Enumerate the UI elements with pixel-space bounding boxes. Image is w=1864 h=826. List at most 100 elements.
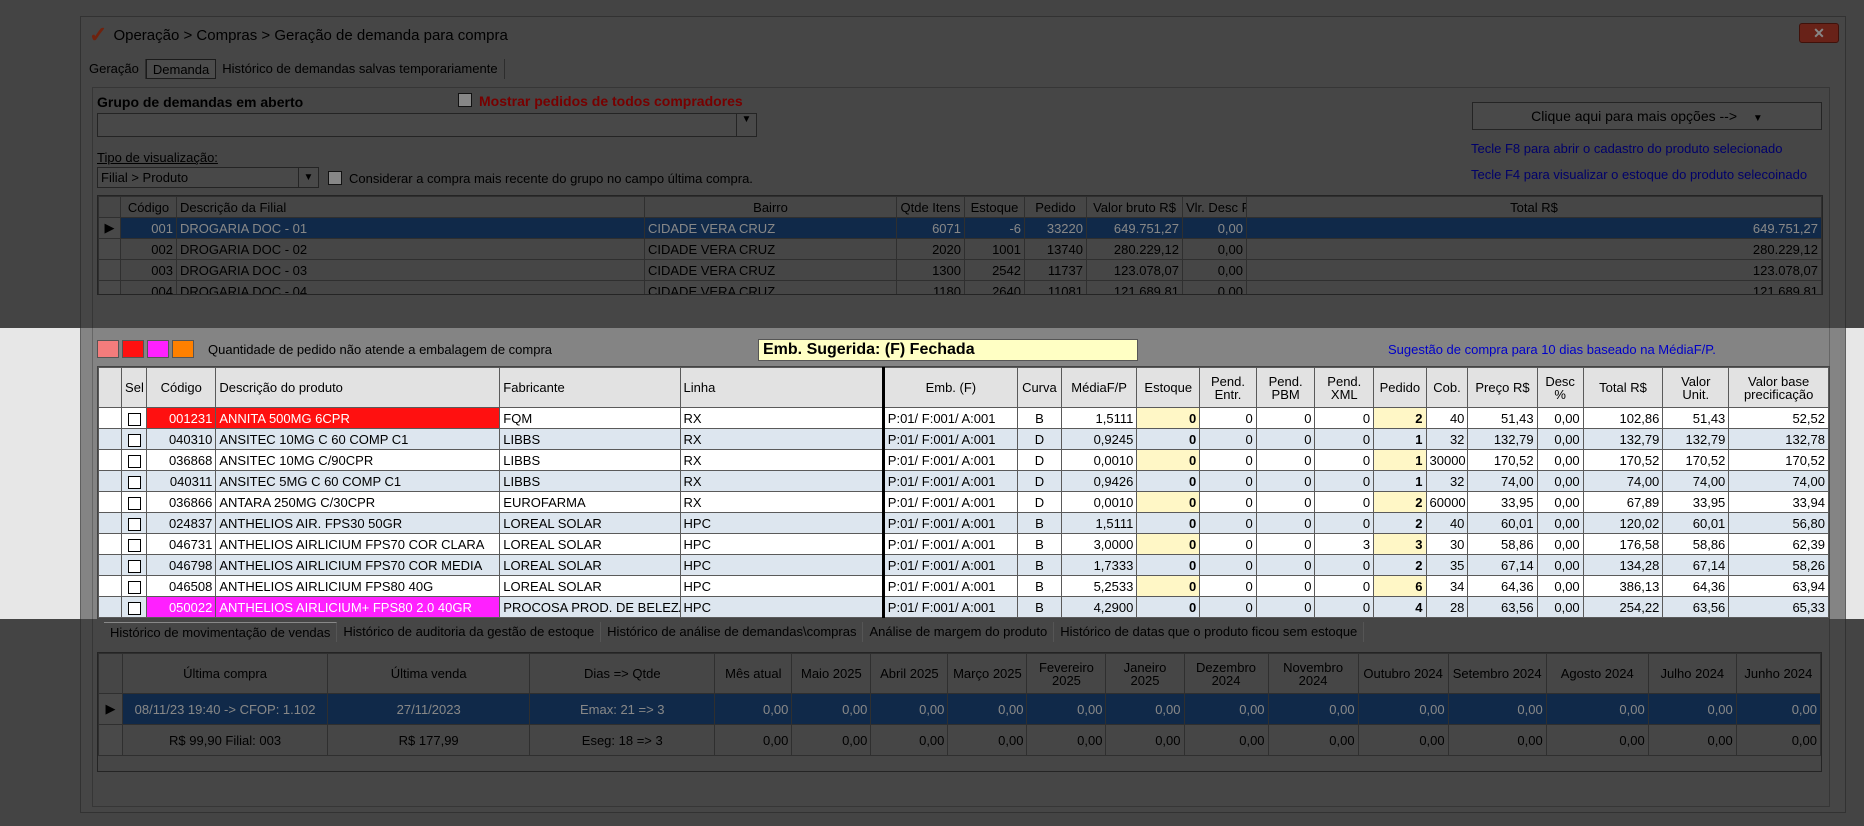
product-col-header[interactable]: Código bbox=[146, 367, 217, 408]
history-col-header[interactable]: Outubro 2024 bbox=[1357, 653, 1449, 694]
branch-col-header[interactable]: Código bbox=[120, 196, 177, 218]
product-col-header[interactable]: Total R$ bbox=[1582, 367, 1664, 408]
history-col-header[interactable]: Novembro 2024 bbox=[1267, 653, 1359, 694]
history-col-header[interactable]: Fevereiro 2025 bbox=[1026, 653, 1107, 694]
select-checkbox[interactable] bbox=[127, 538, 141, 552]
table-row[interactable]: ▶ 08/11/23 19:40 -> CFOP: 1.102 27/11/2023… bbox=[98, 693, 1821, 725]
history-col-header[interactable]: Março 2025 bbox=[947, 653, 1028, 694]
tab-historico-vendas[interactable]: Histórico de movimentação de vendas bbox=[104, 622, 338, 642]
branch-col-header[interactable]: Descrição da Filial bbox=[176, 196, 645, 218]
select-cell[interactable] bbox=[121, 428, 148, 450]
table-row[interactable]: 036866 ANTARA 250MG C/30CPR EUROFARMA RX P:0… bbox=[98, 491, 1829, 513]
history-cell: 0,00 bbox=[1183, 693, 1269, 725]
table-row[interactable]: 050022 ANTHELIOS AIRLICIUM+ FPS80 2.0 40G… bbox=[98, 596, 1829, 618]
history-col-header[interactable]: Agosto 2024 bbox=[1545, 653, 1649, 694]
select-cell[interactable] bbox=[121, 470, 148, 492]
history-col-header[interactable]: Julho 2024 bbox=[1647, 653, 1737, 694]
table-row[interactable]: 046798 ANTHELIOS AIRLICIUM FPS70 COR MEDI… bbox=[98, 554, 1829, 576]
branch-col-header[interactable]: Pedido bbox=[1024, 196, 1087, 218]
table-row[interactable]: ▶ 001 DROGARIA DOC - 01 CIDADE VERA CRUZ 607… bbox=[98, 217, 1822, 239]
branch-col-header[interactable]: Estoque bbox=[964, 196, 1025, 218]
select-cell[interactable] bbox=[121, 449, 148, 471]
branch-col-header[interactable]: Valor bruto R$ bbox=[1086, 196, 1183, 218]
table-row[interactable]: 046508 ANTHELIOS AIRLICIUM FPS80 40G LOREA… bbox=[98, 575, 1829, 597]
tab-demanda[interactable]: Demanda bbox=[145, 59, 217, 79]
branch-cell: 33220 bbox=[1024, 217, 1087, 239]
history-col-header[interactable]: Dias => Qtde bbox=[529, 653, 716, 694]
tab-datas-sem-estoque[interactable]: Histórico de datas que o produto ficou s… bbox=[1054, 622, 1365, 642]
history-col-header[interactable]: Última venda bbox=[327, 653, 531, 694]
product-col-header[interactable]: Pedido bbox=[1373, 367, 1427, 408]
select-cell[interactable] bbox=[121, 512, 148, 534]
history-col-header[interactable]: Junho 2024 bbox=[1735, 653, 1821, 694]
product-col-header[interactable]: Sel bbox=[121, 367, 148, 408]
select-cell[interactable] bbox=[121, 407, 148, 429]
history-col-header[interactable]: Dezembro 2024 bbox=[1183, 653, 1269, 694]
product-col-header[interactable]: Emb. (F) bbox=[882, 367, 1018, 408]
tab-geracao[interactable]: Geração bbox=[83, 59, 146, 79]
select-checkbox[interactable] bbox=[127, 412, 141, 426]
table-row[interactable]: 036868 ANSITEC 10MG C/90CPR LIBBS RX P:01/ F… bbox=[98, 449, 1829, 471]
product-col-header[interactable]: MédiaF/P bbox=[1060, 367, 1138, 408]
history-col-header[interactable]: Abril 2025 bbox=[870, 653, 949, 694]
table-row[interactable]: 024837 ANTHELIOS AIR. FPS30 50GR LOREAL SO… bbox=[98, 512, 1829, 534]
select-cell[interactable] bbox=[121, 575, 148, 597]
tab-margem-produto[interactable]: Análise de margem do produto bbox=[863, 622, 1055, 642]
product-col-header[interactable]: Preço R$ bbox=[1467, 367, 1538, 408]
table-row[interactable]: 040311 ANSITEC 5MG C 60 COMP C1 LIBBS RX P:0… bbox=[98, 470, 1829, 492]
table-row[interactable]: 046731 ANTHELIOS AIRLICIUM FPS70 COR CLAR… bbox=[98, 533, 1829, 555]
history-col-header[interactable]: Janeiro 2025 bbox=[1105, 653, 1185, 694]
group-combo[interactable]: ▼ bbox=[97, 113, 757, 137]
product-col-header[interactable]: Valor base precificação bbox=[1728, 367, 1829, 408]
table-row[interactable]: 004 DROGARIA DOC - 04 CIDADE VERA CRUZ 1180… bbox=[98, 280, 1822, 294]
chevron-down-icon[interactable]: ▼ bbox=[736, 114, 756, 136]
product-col-header[interactable]: Curva bbox=[1016, 367, 1062, 408]
tab-historico-demandas[interactable]: Histórico de demandas salvas temporariam… bbox=[216, 59, 505, 79]
table-row[interactable]: 001231 ANNITA 500MG 6CPR FQM RX P:01/ F:001/… bbox=[98, 407, 1829, 429]
product-col-header[interactable]: Fabricante bbox=[499, 367, 681, 408]
select-cell[interactable] bbox=[121, 491, 148, 513]
product-cell-media: 5,2533 bbox=[1060, 575, 1138, 597]
product-col-header[interactable]: Pend. PBM bbox=[1255, 367, 1316, 408]
table-row[interactable]: R$ 99,90 Filial: 003 R$ 177,99 Eseg: 18 =>… bbox=[98, 724, 1821, 756]
product-col-header[interactable]: Pend. Entr. bbox=[1199, 367, 1257, 408]
product-col-header[interactable]: Pend. XML bbox=[1314, 367, 1375, 408]
more-options-button[interactable]: Clique aqui para mais opções --> ▼ bbox=[1472, 102, 1822, 130]
branch-col-header[interactable]: Total R$ bbox=[1246, 196, 1822, 218]
table-row[interactable]: 002 DROGARIA DOC - 02 CIDADE VERA CRUZ 2020… bbox=[98, 238, 1822, 260]
history-col-header[interactable]: Última compra bbox=[121, 653, 329, 694]
branch-col-header[interactable]: Qtde Itens bbox=[896, 196, 965, 218]
history-col-header[interactable]: Maio 2025 bbox=[791, 653, 872, 694]
product-col-header[interactable]: Desc % bbox=[1536, 367, 1584, 408]
select-checkbox[interactable] bbox=[127, 475, 141, 489]
product-col-header[interactable]: Descrição do produto bbox=[215, 367, 501, 408]
product-cell-pe: 0 bbox=[1199, 596, 1257, 618]
branch-col-header[interactable]: Vlr. Desc R$ bbox=[1182, 196, 1247, 218]
tab-auditoria-estoque[interactable]: Histórico de auditoria da gestão de esto… bbox=[337, 622, 602, 642]
history-col-header[interactable]: Mês atual bbox=[714, 653, 793, 694]
select-checkbox[interactable] bbox=[127, 601, 141, 615]
product-col-header[interactable]: Cob. bbox=[1425, 367, 1469, 408]
select-cell[interactable] bbox=[121, 554, 148, 576]
select-checkbox[interactable] bbox=[127, 517, 141, 531]
table-row[interactable]: 003 DROGARIA DOC - 03 CIDADE VERA CRUZ 1300… bbox=[98, 259, 1822, 281]
select-cell[interactable] bbox=[121, 533, 148, 555]
select-checkbox[interactable] bbox=[127, 433, 141, 447]
tab-analise-demandas[interactable]: Histórico de análise de demandas\compras bbox=[601, 622, 864, 642]
view-type-select[interactable]: Filial > Produto ▼ bbox=[97, 167, 319, 188]
select-cell[interactable] bbox=[121, 596, 148, 618]
product-col-header[interactable]: Linha bbox=[679, 367, 885, 408]
table-row[interactable]: 040310 ANSITEC 10MG C 60 COMP C1 LIBBS RX P:… bbox=[98, 428, 1829, 450]
product-col-header[interactable]: Valor Unit. bbox=[1662, 367, 1730, 408]
select-checkbox[interactable] bbox=[127, 580, 141, 594]
history-col-header[interactable]: Setembro 2024 bbox=[1447, 653, 1547, 694]
chevron-down-icon[interactable]: ▼ bbox=[298, 168, 318, 187]
close-button[interactable]: ✕ bbox=[1799, 23, 1839, 43]
consider-latest-checkbox[interactable] bbox=[328, 171, 342, 185]
select-checkbox[interactable] bbox=[127, 559, 141, 573]
branch-col-header[interactable]: Bairro bbox=[644, 196, 897, 218]
product-col-header[interactable]: Estoque bbox=[1136, 367, 1201, 408]
show-all-buyers-checkbox[interactable] bbox=[458, 93, 472, 107]
select-checkbox[interactable] bbox=[127, 454, 141, 468]
select-checkbox[interactable] bbox=[127, 496, 141, 510]
